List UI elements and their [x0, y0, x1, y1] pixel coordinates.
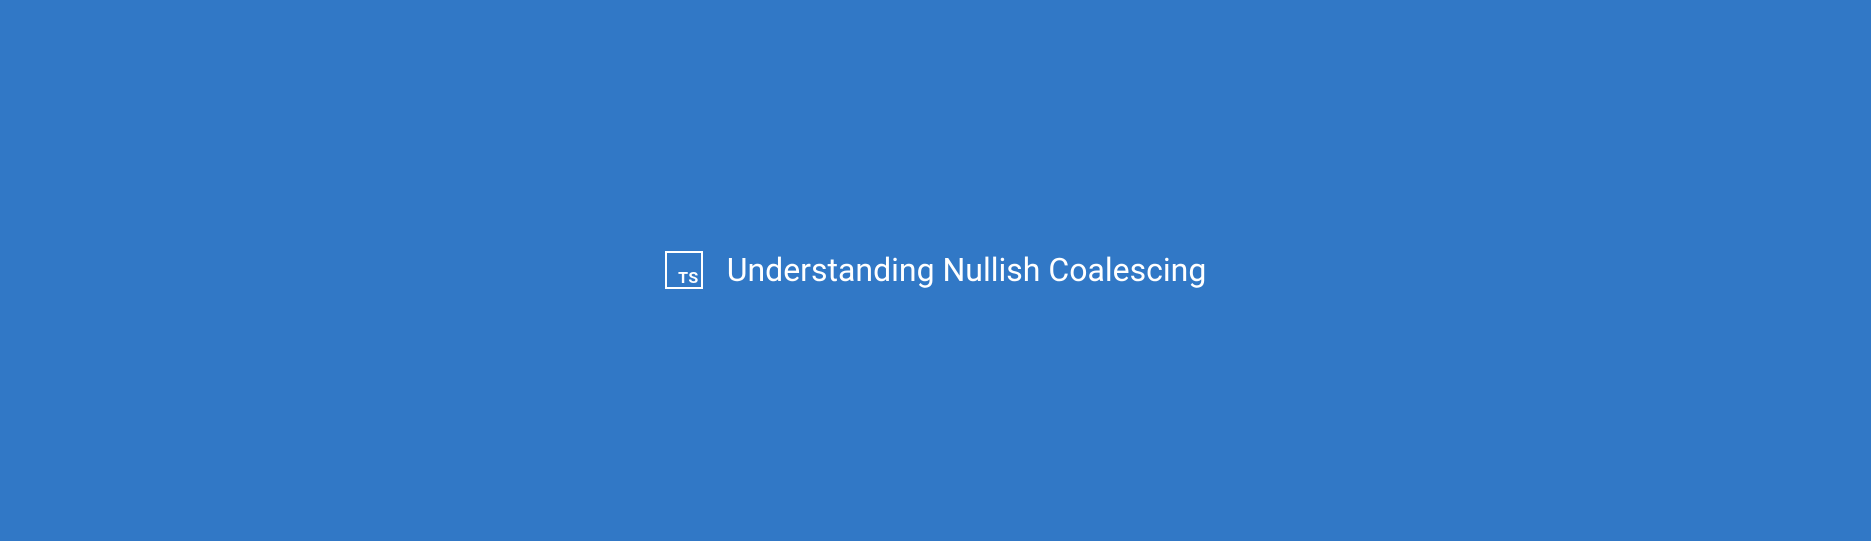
hero-banner: TS Understanding Nullish Coalescing [665, 251, 1207, 289]
typescript-icon-label: TS [678, 270, 699, 286]
page-title: Understanding Nullish Coalescing [727, 251, 1207, 289]
typescript-icon: TS [665, 251, 703, 289]
